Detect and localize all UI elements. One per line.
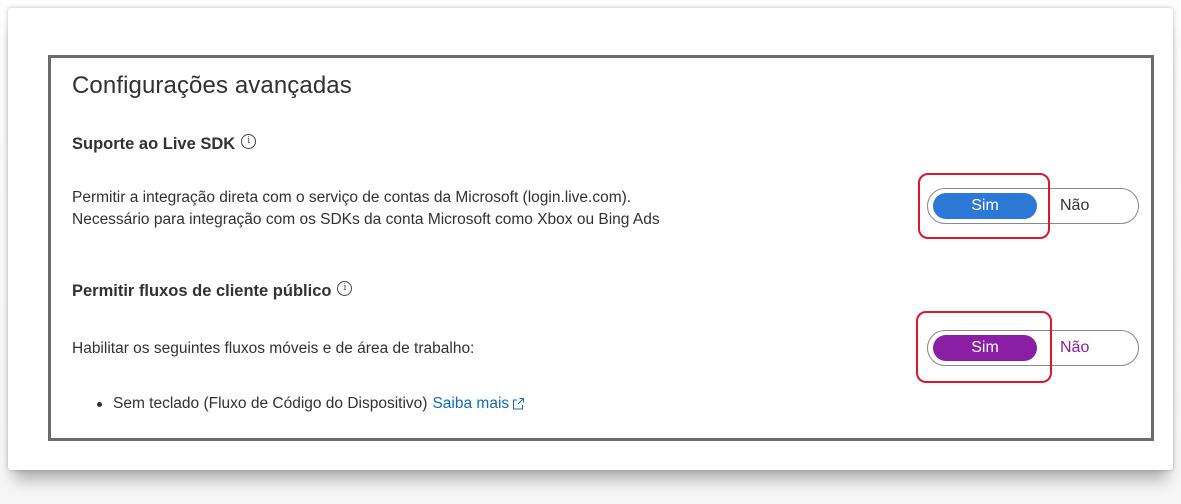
public-client-heading: Permitir fluxos de cliente público i <box>72 281 353 301</box>
device-code-flow-text: Sem teclado (Fluxo de Código do Disposit… <box>113 395 428 412</box>
list-item: Sem teclado (Fluxo de Código do Disposit… <box>97 395 525 413</box>
live-sdk-toggle-no[interactable]: Não <box>1060 193 1089 219</box>
bullet-icon <box>97 401 102 407</box>
live-sdk-heading: Suporte ao Live SDK i <box>72 134 257 154</box>
info-icon[interactable]: i <box>337 281 353 296</box>
learn-more-link[interactable]: Saiba mais <box>432 395 525 413</box>
page-title: Configurações avançadas <box>72 72 352 99</box>
live-sdk-description-line2: Necessário para integração com os SDKs d… <box>72 211 660 228</box>
learn-more-link-label[interactable]: Saiba mais <box>432 395 509 413</box>
public-client-description: Habilitar os seguintes fluxos móveis e d… <box>72 340 475 357</box>
screenshot-card: Configurações avançadas Suporte ao Live … <box>8 8 1173 470</box>
public-client-toggle-no[interactable]: Não <box>1060 335 1089 361</box>
live-sdk-description-line1: Permitir a integração direta com o servi… <box>72 189 632 206</box>
live-sdk-description: Permitir a integração direta com o servi… <box>72 187 660 231</box>
info-icon[interactable]: i <box>241 134 257 149</box>
live-sdk-highlight-annotation <box>918 173 1050 239</box>
public-client-heading-label: Permitir fluxos de cliente público <box>72 282 332 300</box>
external-link-icon[interactable] <box>511 397 525 411</box>
advanced-settings-panel: Configurações avançadas Suporte ao Live … <box>48 55 1154 441</box>
live-sdk-heading-label: Suporte ao Live SDK <box>72 135 236 153</box>
public-client-highlight-annotation <box>916 311 1052 383</box>
